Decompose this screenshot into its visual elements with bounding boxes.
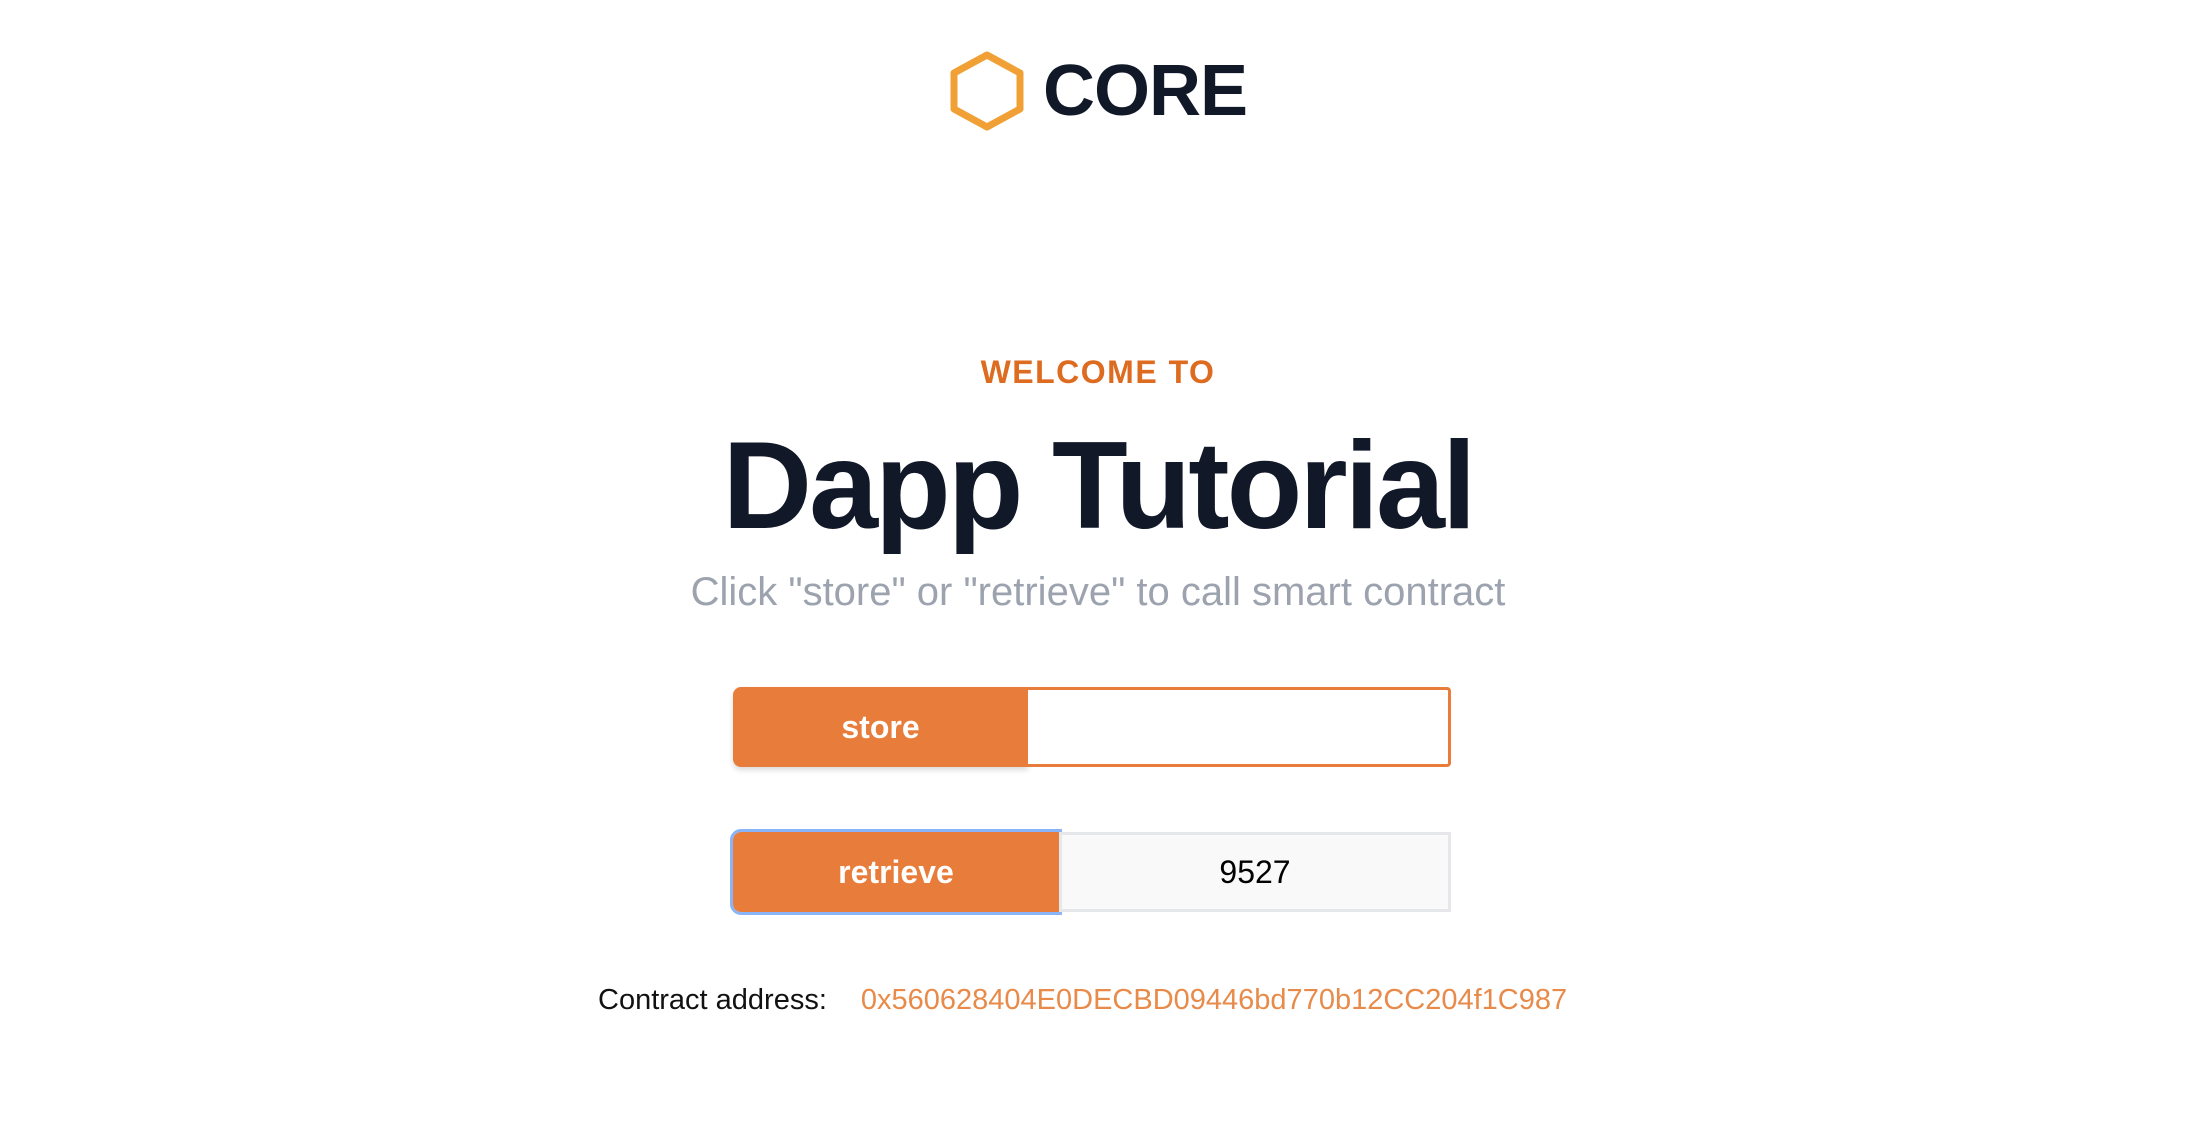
retrieve-row: retrieve 9527 [730, 829, 1451, 915]
contract-address-link[interactable]: 0x560628404E0DECBD09446bd770b12CC204f1C9… [861, 984, 1567, 1017]
store-value-input[interactable] [1028, 687, 1451, 767]
logo[interactable]: CORE [949, 50, 1248, 132]
store-button[interactable]: store [733, 687, 1028, 767]
header: CORE [0, 50, 2196, 132]
retrieve-button[interactable]: retrieve [730, 829, 1062, 915]
contract-info: Contract address: 0x560628404E0DECBD0944… [598, 984, 1567, 1017]
logo-text: CORE [1042, 51, 1248, 131]
page: CORE WELCOME TO Dapp Tutorial Click "sto… [0, 0, 2196, 1146]
contract-address-label: Contract address: [598, 984, 827, 1016]
store-row: store [733, 687, 1451, 767]
retrieved-value: 9527 [1059, 832, 1451, 912]
hexagon-icon [949, 50, 1025, 132]
page-title: Dapp Tutorial [722, 417, 1477, 555]
page-subtitle: Click "store" or "retrieve" to call smar… [690, 570, 1506, 614]
eyebrow-text: WELCOME TO [980, 354, 1216, 390]
